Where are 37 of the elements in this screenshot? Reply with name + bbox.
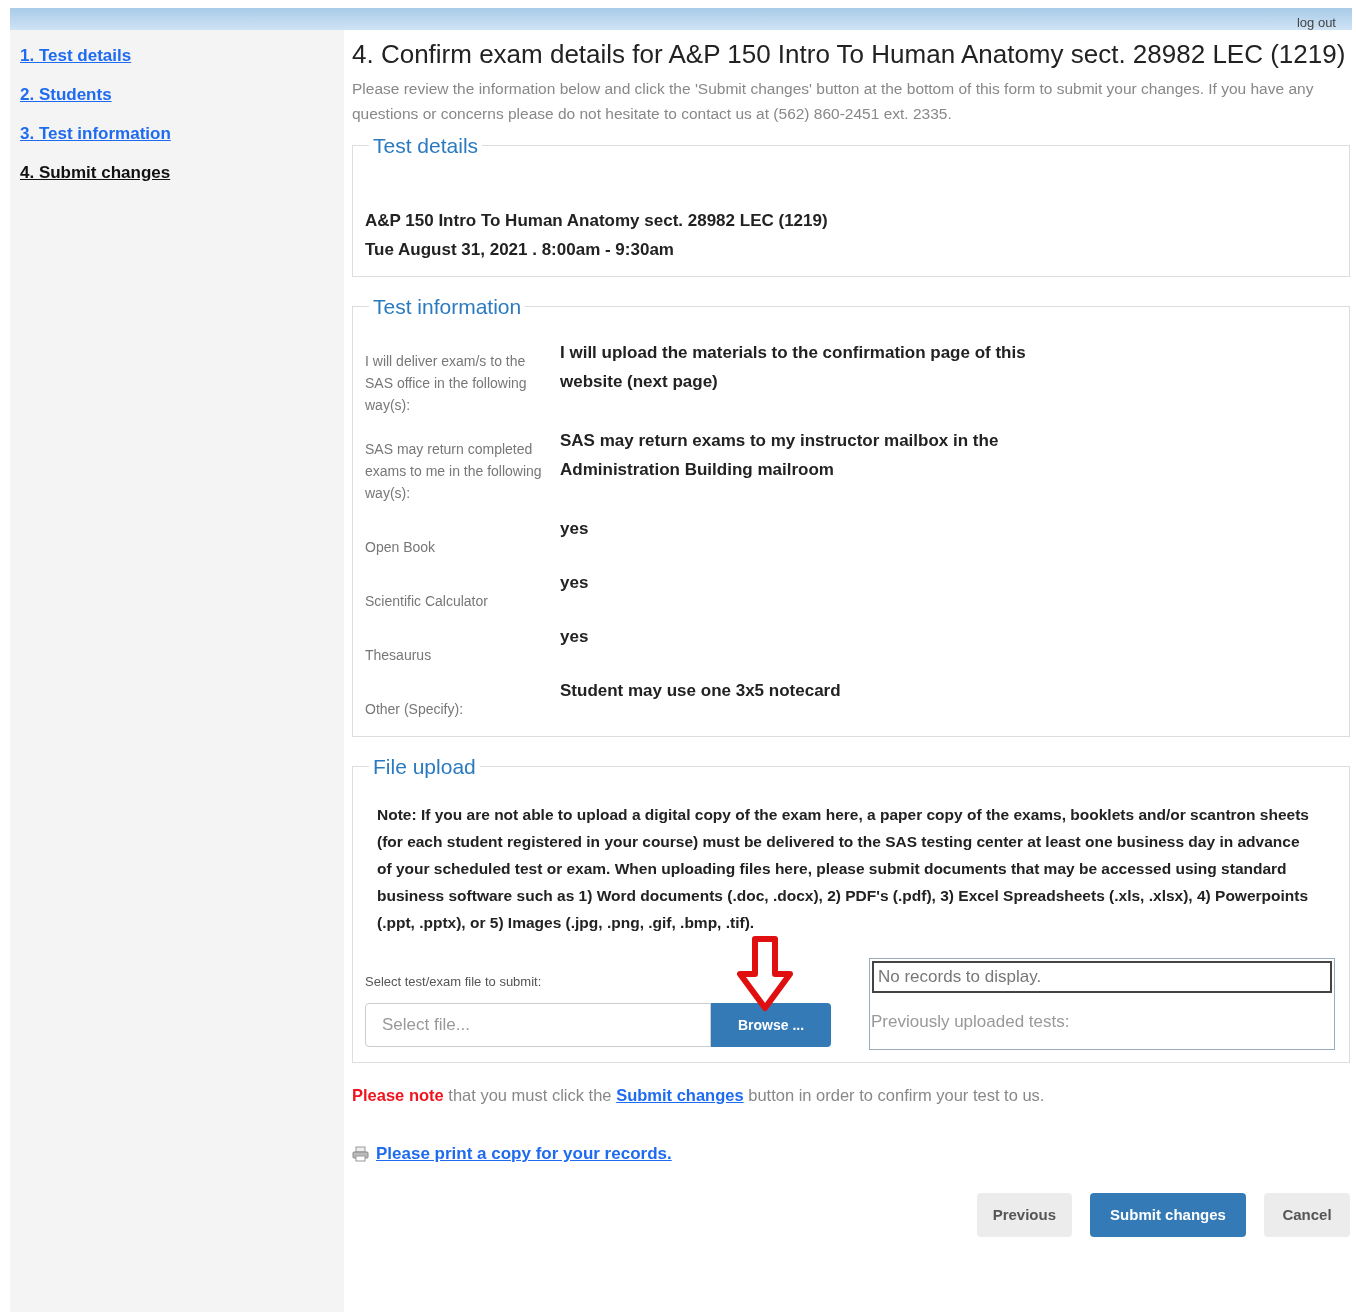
- course-name: A&P 150 Intro To Human Anatomy sect. 28982 LEC (1219): [365, 209, 829, 232]
- sidebar-link[interactable]: 4. Submit changes: [20, 161, 171, 184]
- select-label: Select test/exam file to submit:: [365, 972, 543, 991]
- list-caption: Previously uploaded tests:: [870, 1010, 1071, 1033]
- field-value: I will upload the materials to the confirmation page of this website (next page): [560, 342, 1027, 393]
- upload-note: Note: If you are not able to upload a digital copy of the exam here, a paper copy of the exams, booklets and/or scantron sheets (for each student registered in your course) must be delivered to the SAS testing center at least one business day in advance of your scheduled test or exam. When uploading files here, please submit documents that may be accessed using standard business software such as 1) Word documents (.doc, .docx), 2) PDF's (.pdf), 3) Excel Spreadsheets (.xls, .xlsx), 4) Powerpoints (.ppt, .pptx), or 5) Images (.jpg, .png, .gif, .bmp, .tif).: [376, 804, 1310, 933]
- file-field[interactable]: Select file...: [365, 1003, 711, 1047]
- sidebar-link[interactable]: 1. Test details: [20, 44, 132, 67]
- browse-button[interactable]: Browse ...: [711, 1003, 831, 1047]
- logout-link[interactable]: log out: [1296, 16, 1336, 30]
- field-value: SAS may return exams to my instructor mailbox in the Administration Building mailroom: [560, 430, 1000, 481]
- exam-date: Tue August 31, 2021 . 8:00am - 9:30am: [365, 238, 675, 261]
- field-label: Open Book: [365, 538, 437, 557]
- field-label: Other (Specify):: [365, 700, 465, 719]
- submit-button[interactable]: Submit changes: [1090, 1192, 1246, 1237]
- intro-text: Please review the information below and click the 'Submit changes' button at the bottom of this form to submit your changes. If you have any questions or concerns please do not hesitate to contact us at (562) 860-2451 ext. 2335.: [352, 79, 1315, 124]
- section-title: Test information: [373, 294, 522, 318]
- secondary-button[interactable]: Cancel: [1264, 1192, 1350, 1237]
- section-title: Test details: [373, 134, 479, 157]
- field-value: yes: [560, 626, 590, 648]
- field-label: Scientific Calculator: [365, 592, 489, 611]
- sidebar-link[interactable]: 3. Test information: [20, 122, 171, 145]
- field-label: I will deliver exam/s to the SAS office in the following way(s):: [365, 352, 528, 415]
- field-label: Thesaurus: [365, 646, 433, 665]
- submit-link[interactable]: Submit changes: [616, 1085, 744, 1104]
- page-heading: 4. Confirm exam details for A&P 150 Intro To Human Anatomy sect. 28982 LEC (1219): [352, 38, 1347, 70]
- field-value: yes: [560, 572, 590, 594]
- field-value: Student may use one 3x5 notecard: [560, 680, 842, 702]
- submit-notice: Please note that you must click the Submit changes button in order to confirm your test to us.: [352, 1084, 1046, 1106]
- section-title: File upload: [373, 755, 476, 778]
- printer-icon: [352, 1146, 370, 1162]
- print-link[interactable]: Please print a copy for your records.: [376, 1141, 672, 1167]
- sidebar-link[interactable]: 2. Students: [20, 83, 112, 106]
- field-label: SAS may return completed exams to me in the following way(s):: [365, 440, 543, 503]
- secondary-button[interactable]: Previous: [976, 1192, 1072, 1237]
- field-value: yes: [560, 518, 590, 540]
- empty-message: No records to display.: [872, 960, 1332, 993]
